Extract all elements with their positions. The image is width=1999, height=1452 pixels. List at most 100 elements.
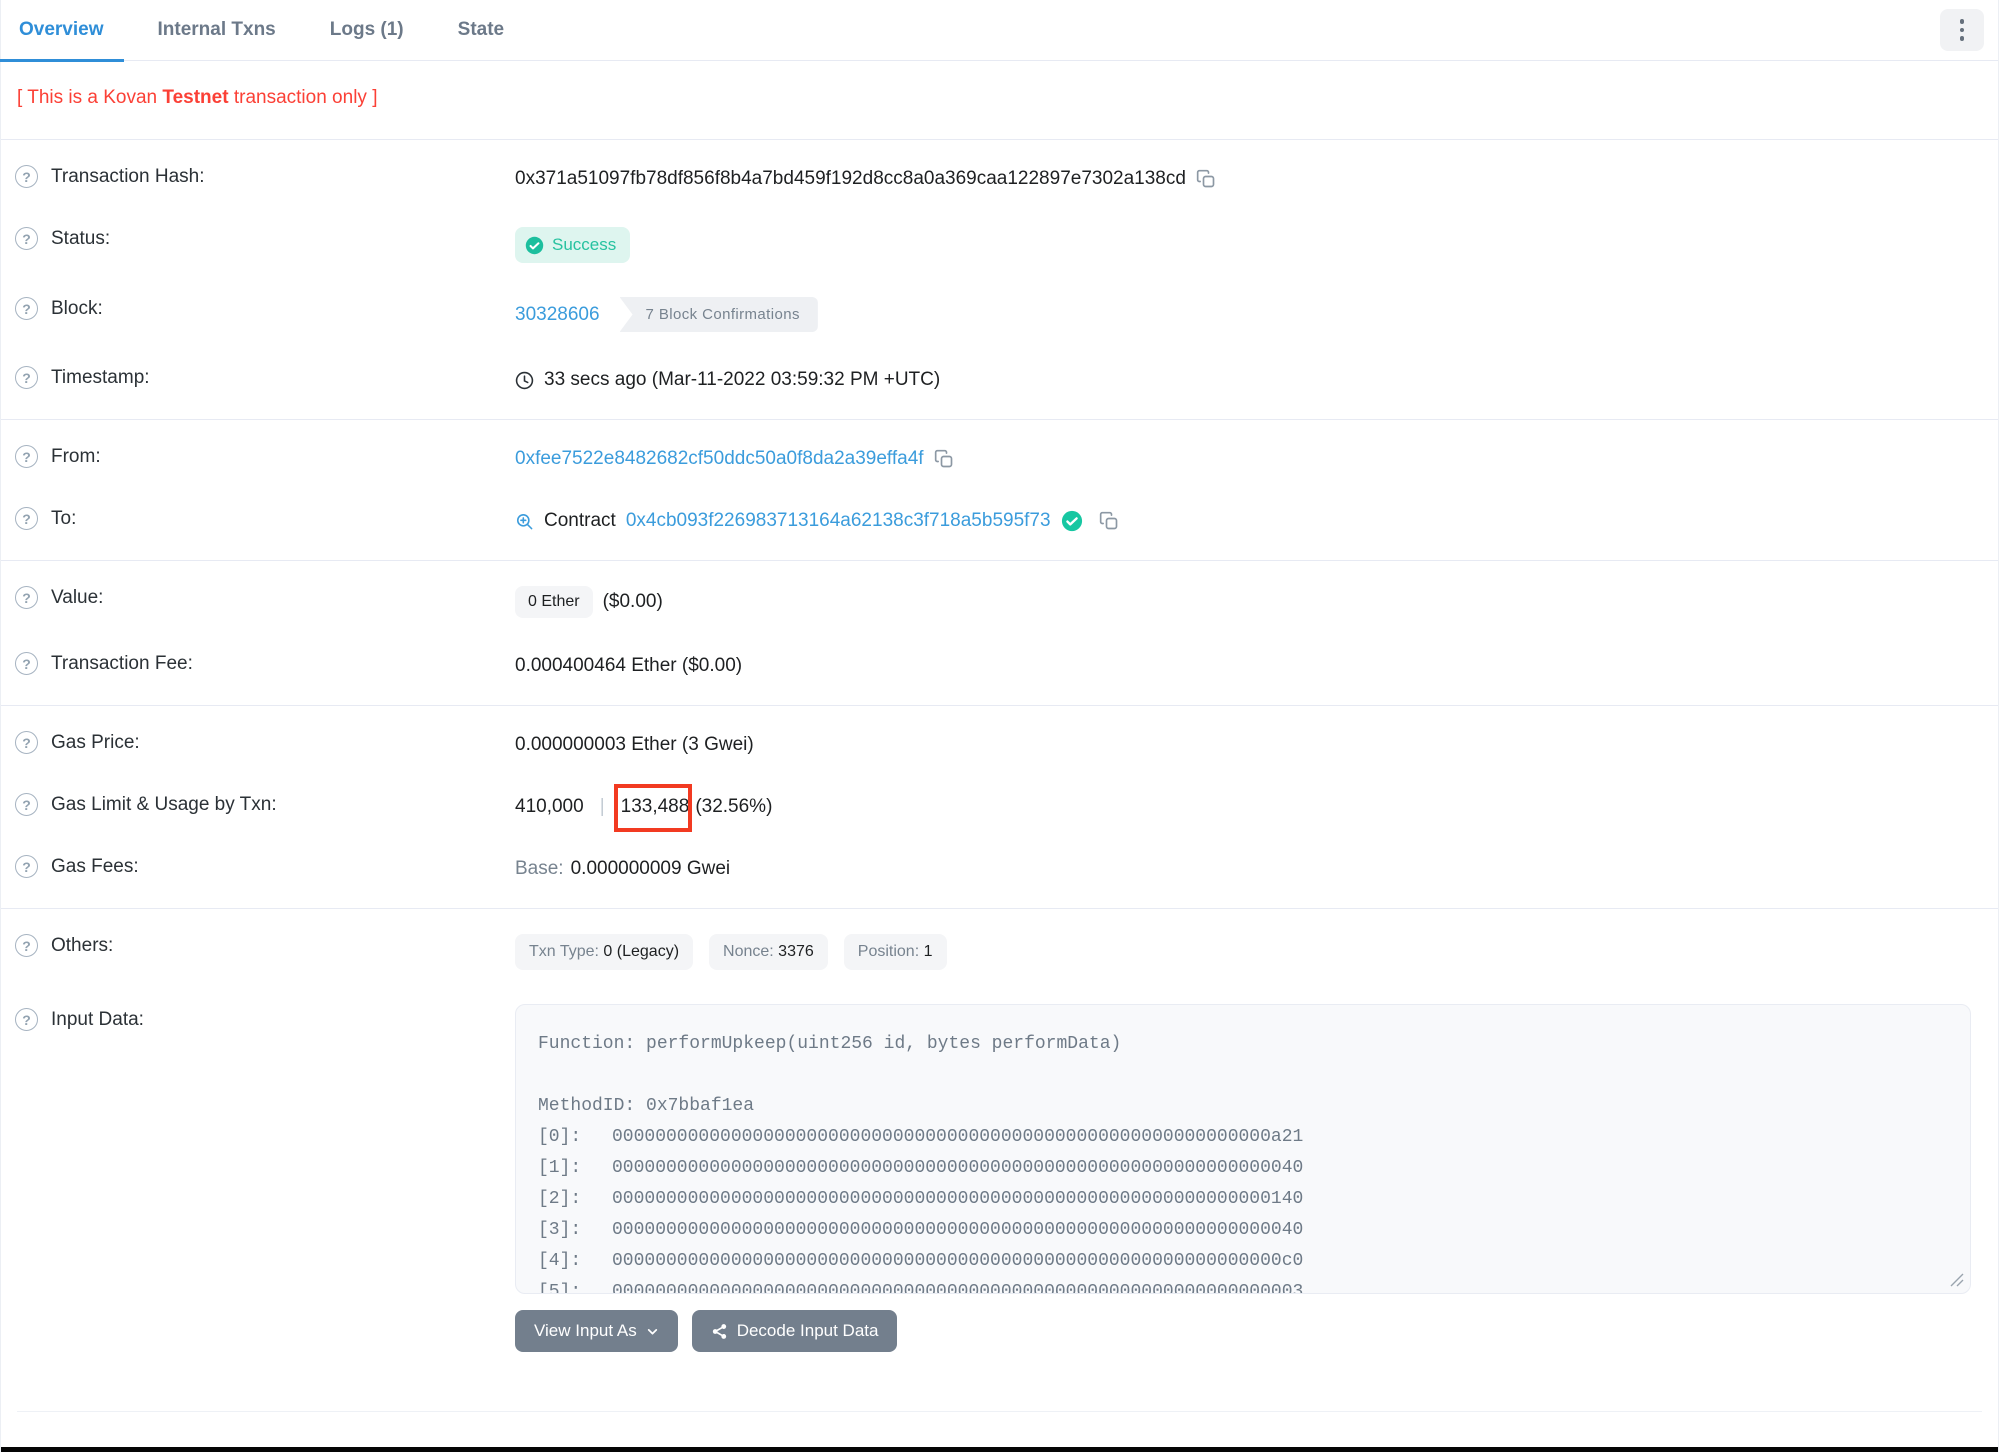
kebab-icon [1959, 19, 1965, 41]
help-icon[interactable]: ? [15, 1008, 38, 1031]
help-icon[interactable]: ? [15, 793, 38, 816]
gas-used-value-annotated: 133,488 [613, 784, 692, 832]
footer-divider [17, 1411, 1982, 1412]
word-hex: 0000000000000000000000000000000000000000… [612, 1220, 1304, 1240]
tab-logs[interactable]: Logs (1) [326, 0, 408, 61]
verified-check-icon [1061, 510, 1082, 532]
window-bottom-edge [1, 1447, 1998, 1452]
txn-type-key: Txn Type: [529, 943, 599, 960]
block-confirmations-badge: 7 Block Confirmations [619, 297, 818, 332]
row-value: ? Value: 0 Ether ($0.00) [1, 569, 1998, 635]
word-hex: 0000000000000000000000000000000000000000… [612, 1158, 1304, 1178]
base-fee-label: Base: [515, 858, 564, 879]
position-badge: Position: 1 [843, 934, 947, 970]
to-kind-text: Contract [544, 510, 616, 531]
decode-input-data-button[interactable]: Decode Input Data [691, 1310, 898, 1352]
help-icon[interactable]: ? [15, 227, 38, 250]
magnifier-plus-icon [516, 513, 533, 529]
help-icon[interactable]: ? [15, 586, 38, 609]
gas-used-value: 133,488 [620, 796, 690, 817]
row-gas-price: ? Gas Price: 0.000000003 Ether (3 Gwei) [1, 714, 1998, 776]
nonce-badge: Nonce: 3376 [709, 934, 828, 970]
help-icon[interactable]: ? [15, 507, 38, 530]
clock-icon [515, 371, 534, 389]
row-input-data: ? Input Data: Function: performUpkeep(ui… [1, 987, 1998, 1369]
copy-tx-hash-button[interactable] [1196, 169, 1216, 189]
copy-to-address-button[interactable] [1099, 511, 1119, 531]
copy-icon [1196, 169, 1215, 188]
word-index: [5]: [538, 1282, 582, 1294]
input-word-row: [4]: 000000000000000000000000000000000000… [538, 1246, 1948, 1277]
copy-icon [934, 449, 952, 468]
nonce-value: 3376 [778, 943, 814, 960]
to-label: To: [51, 507, 77, 529]
word-hex: 0000000000000000000000000000000000000000… [612, 1127, 1304, 1147]
tx-hash-label: Transaction Hash: [51, 165, 205, 187]
help-icon[interactable]: ? [15, 165, 38, 188]
row-gas-fees: ? Gas Fees: Base: 0.000000009 Gwei [1, 838, 1998, 900]
gas-limit-label: Gas Limit & Usage by Txn: [51, 793, 277, 815]
word-hex: 0000000000000000000000000000000000000000… [612, 1282, 1304, 1294]
position-value: 1 [923, 943, 933, 960]
check-circle-icon [525, 236, 544, 254]
gas-used-percent: (32.56%) [695, 796, 773, 817]
input-word-row: [3]: 000000000000000000000000000000000000… [538, 1215, 1948, 1246]
tab-bar: Overview Internal Txns Logs (1) State [0, 0, 1998, 62]
more-options-button[interactable] [1940, 9, 1984, 51]
row-transaction-hash: ? Transaction Hash: 0x371a51097fb78df856… [1, 148, 1998, 210]
row-others: ? Others: Txn Type: 0 (Legacy) Nonce: 33… [1, 917, 1998, 987]
tab-overview[interactable]: Overview [0, 0, 123, 62]
input-function-line: Function: performUpkeep(uint256 id, byte… [538, 1034, 1122, 1054]
gas-price-value: 0.000000003 Ether (3 Gwei) [515, 734, 754, 755]
gas-price-label: Gas Price: [51, 731, 140, 753]
ether-value-badge: 0 Ether [515, 586, 593, 618]
tx-fee-label: Transaction Fee: [51, 652, 193, 674]
row-timestamp: ? Timestamp: 33 secs ago (Mar-11-2022 03… [1, 349, 1998, 411]
block-number-link[interactable]: 30328606 [515, 304, 600, 326]
word-index: [3]: [538, 1220, 582, 1240]
row-gas-limit-usage: ? Gas Limit & Usage by Txn: 410,000 | 13… [1, 776, 1998, 838]
word-index: [1]: [538, 1158, 582, 1178]
gas-fees-label: Gas Fees: [51, 855, 139, 877]
view-input-as-label: View Input As [534, 1321, 637, 1340]
tab-internal-txns[interactable]: Internal Txns [154, 0, 280, 61]
value-label: Value: [51, 586, 104, 608]
copy-from-address-button[interactable] [934, 449, 954, 469]
help-icon[interactable]: ? [15, 855, 38, 878]
help-icon[interactable]: ? [15, 445, 38, 468]
testnet-notice: [ This is a Kovan Testnet transaction on… [1, 61, 1998, 140]
input-methodid-line: MethodID: 0x7bbaf1ea [538, 1096, 755, 1116]
position-key: Position: [857, 943, 920, 960]
block-label: Block: [51, 297, 103, 319]
tx-fee-value: 0.000400464 Ether ($0.00) [515, 655, 743, 676]
txn-type-value: 0 (Legacy) [603, 943, 680, 960]
share-alt-icon [712, 1323, 726, 1339]
help-icon[interactable]: ? [15, 297, 38, 320]
input-word-row: [5]: 000000000000000000000000000000000000… [538, 1277, 1948, 1294]
resize-grip-icon[interactable] [1950, 1273, 1964, 1287]
copy-icon [1099, 511, 1117, 530]
pipe-separator: | [599, 796, 605, 817]
input-data-textarea[interactable]: Function: performUpkeep(uint256 id, byte… [515, 1004, 1971, 1294]
view-input-as-button[interactable]: View Input As [515, 1310, 678, 1352]
help-icon[interactable]: ? [15, 652, 38, 675]
tx-hash-value: 0x371a51097fb78df856f8b4a7bd459f192d8cc8… [515, 168, 1186, 189]
help-icon[interactable]: ? [15, 731, 38, 754]
from-address-link[interactable]: 0xfee7522e8482682cf50ddc50a0f8da2a39effa… [515, 448, 924, 470]
to-address-link[interactable]: 0x4cb093f226983713164a62138c3f718a5b595f… [626, 510, 1051, 532]
base-fee-value: 0.000000009 Gwei [570, 858, 731, 879]
help-icon[interactable]: ? [15, 366, 38, 389]
input-word-row: [1]: 000000000000000000000000000000000000… [538, 1153, 1948, 1184]
status-badge: Success [515, 227, 631, 263]
gas-limit-value: 410,000 [515, 796, 584, 817]
usd-value-text: ($0.00) [602, 591, 663, 612]
row-transaction-fee: ? Transaction Fee: 0.000400464 Ether ($0… [1, 635, 1998, 697]
zoom-in-contract-button[interactable] [515, 512, 534, 531]
row-status: ? Status: Success [1, 210, 1998, 280]
timestamp-value: 33 secs ago (Mar-11-2022 03:59:32 PM +UT… [544, 369, 941, 390]
tab-state[interactable]: State [454, 0, 508, 61]
timestamp-label: Timestamp: [51, 366, 150, 388]
testnet-notice-prefix: [ This is a Kovan [17, 87, 163, 108]
decode-input-data-label: Decode Input Data [736, 1321, 879, 1340]
help-icon[interactable]: ? [15, 934, 38, 957]
